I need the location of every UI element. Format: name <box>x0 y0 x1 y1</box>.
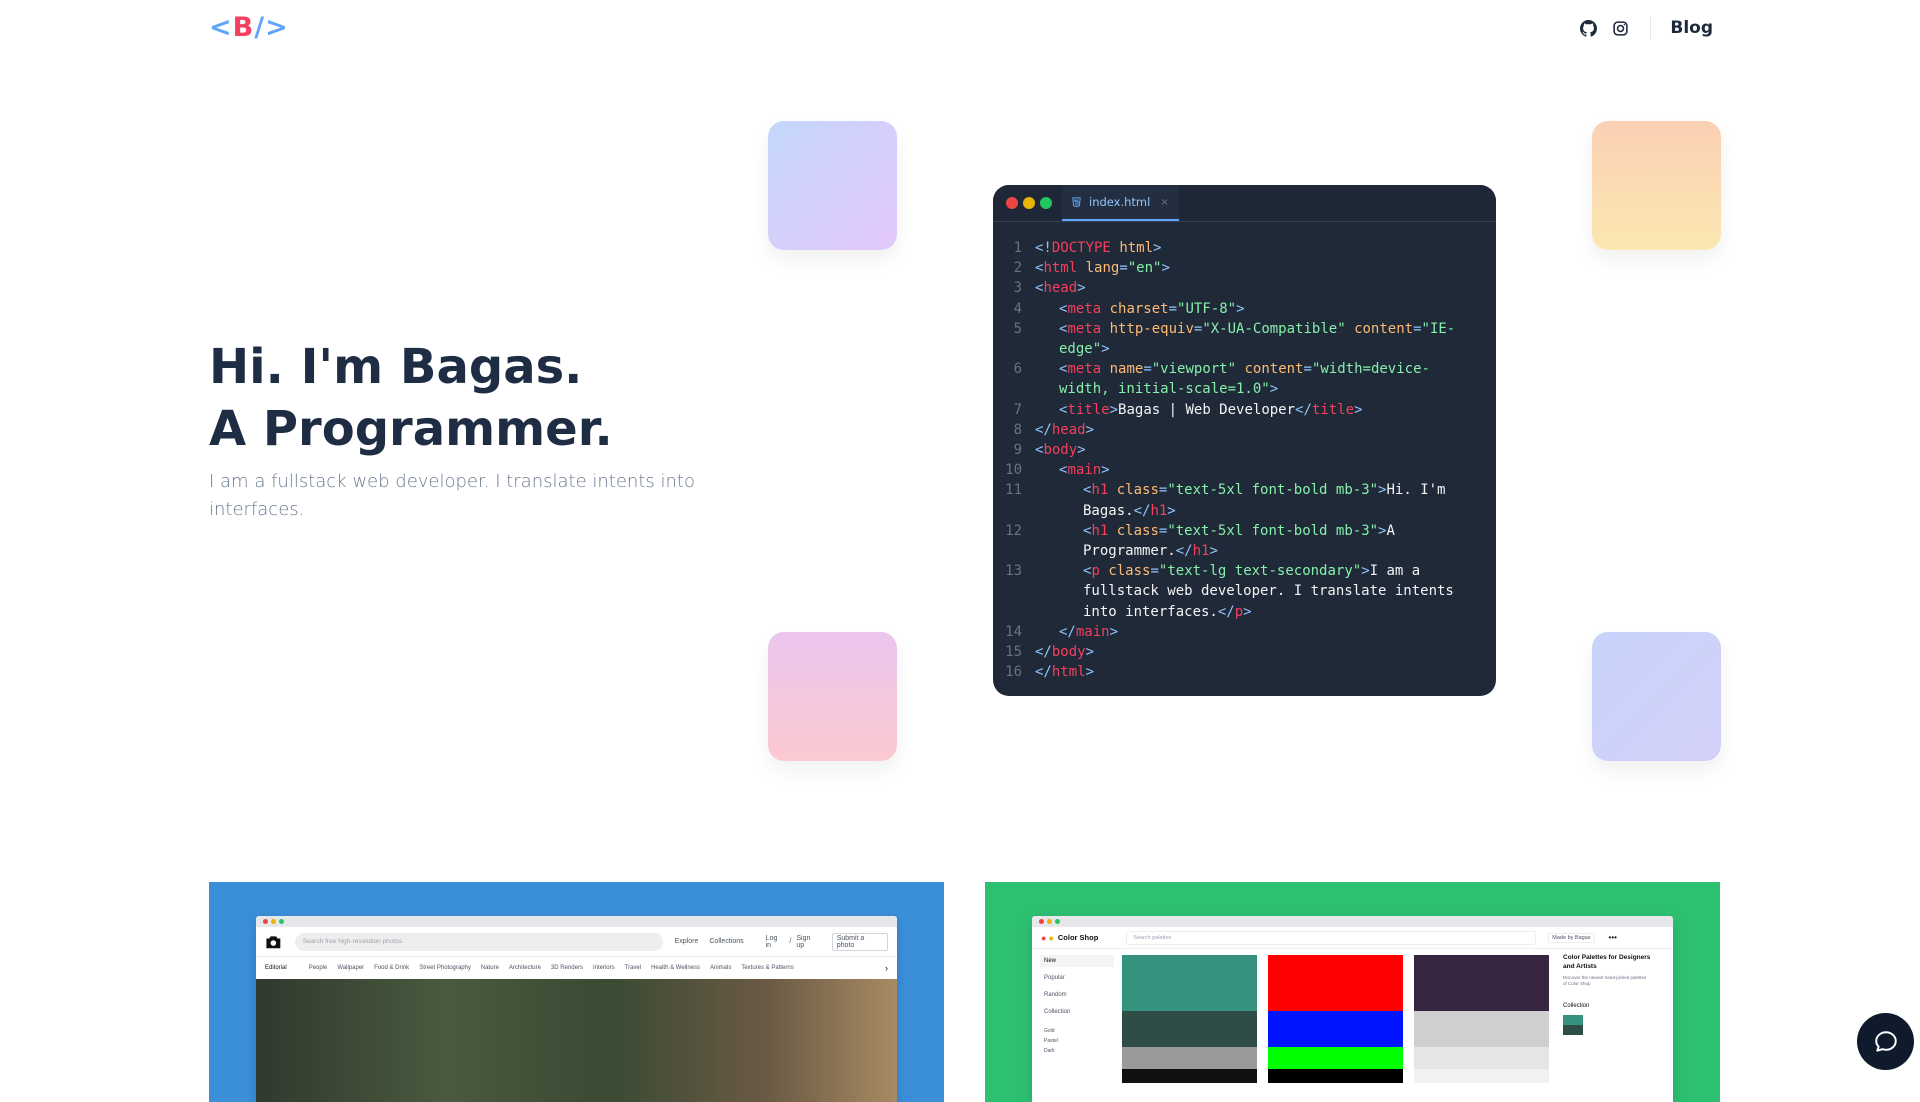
decor-square-orange <box>1592 121 1721 250</box>
instagram-icon[interactable] <box>1610 18 1630 38</box>
code-line: 4 <meta charset="UTF-8"> <box>993 299 1496 319</box>
code-line: 8 </head> <box>993 420 1496 440</box>
logo-letter: B <box>232 12 255 43</box>
line-number: 7 <box>1013 401 1022 418</box>
project-preview-unsplash: Search free high-resolution photos Explo… <box>256 916 897 1102</box>
line-number: 2 <box>1013 260 1022 277</box>
editor-tab[interactable]: index.html × <box>1062 185 1179 221</box>
code-line: 10 <main> <box>993 460 1496 480</box>
project-preview-colorshop: ● ● Color Shop Search palettes Made by Ba… <box>1032 916 1673 1102</box>
line-number: 1 <box>1013 240 1022 256</box>
editor-tab-label: index.html <box>1089 195 1151 209</box>
project-card-colorshop[interactable]: ● ● Color Shop Search palettes Made by Ba… <box>985 882 1720 1102</box>
code-line: 7 <title>Bagas | Web Developer</title> <box>993 400 1496 420</box>
code-line: 11 <h1 class="text-5xl font-bold mb-3">Hi… <box>993 480 1496 520</box>
code-line: 6 <meta name="viewport" content="width=de… <box>993 359 1496 399</box>
code-block: 1 <!DOCTYPE html> 2 <html lang="en"> 3 <hea… <box>993 222 1496 682</box>
code-line: 12 <h1 class="text-5xl font-bold mb-3">A … <box>993 521 1496 561</box>
line-number: 10 <box>1005 462 1022 479</box>
code-line: 9 <body> <box>993 440 1496 460</box>
palette-card[interactable] <box>1414 955 1549 1083</box>
hero-title-line2: A Programmer. <box>209 401 613 457</box>
line-number: 5 <box>1013 320 1022 337</box>
decor-square-lavender <box>1592 632 1721 761</box>
line-number: 3 <box>1013 280 1022 297</box>
line-number: 12 <box>1005 522 1022 539</box>
camera-icon <box>266 935 281 948</box>
line-number: 11 <box>1005 482 1022 499</box>
palette-card[interactable] <box>1122 955 1257 1083</box>
mock-side-info: Color Palettes for Designers and Artists… <box>1549 949 1659 1083</box>
browser-bar <box>256 916 897 927</box>
code-line: 3 <head> <box>993 278 1496 298</box>
code-line: 5 <meta http-equiv="X-UA-Compatible" cont… <box>993 319 1496 359</box>
site-logo[interactable]: <B/> <box>209 12 289 43</box>
hero-title: Hi. I'm Bagas. A Programmer. <box>209 336 613 460</box>
line-number: 8 <box>1013 421 1022 438</box>
code-editor: index.html × 1 <!DOCTYPE html> 2 <html lan… <box>993 185 1496 696</box>
decor-square-purple <box>768 121 897 250</box>
mock-search: Search free high-resolution photos <box>294 932 663 951</box>
line-number: 6 <box>1013 361 1022 378</box>
project-card-unsplash[interactable]: Search free high-resolution photos Explo… <box>209 882 944 1102</box>
palette-grid <box>1122 949 1549 1083</box>
palette-card[interactable] <box>1268 955 1403 1083</box>
line-number: 15 <box>1005 644 1022 661</box>
hero-photo <box>256 979 897 1102</box>
code-line: 14 </main> <box>993 622 1496 642</box>
minimize-dot[interactable] <box>1023 197 1035 209</box>
close-dot[interactable] <box>1006 197 1018 209</box>
code-line: 16 </html> <box>993 662 1496 682</box>
browser-bar <box>1032 916 1673 927</box>
code-line: 13 <p class="text-lg text-secondary">I am… <box>993 561 1496 622</box>
editor-titlebar: index.html × <box>993 185 1496 222</box>
logo-bracket: < <box>209 12 233 43</box>
hero-title-line1: Hi. I'm Bagas. <box>209 339 583 395</box>
window-controls <box>993 185 1062 221</box>
hero-subtitle: I am a fullstack web developer. I transl… <box>209 471 695 520</box>
chat-button[interactable] <box>1857 1013 1914 1070</box>
line-number: 16 <box>1005 664 1022 681</box>
chat-bubble-icon <box>1874 1030 1897 1052</box>
mock-sidebar: New Popular Random Collection Gold Paste… <box>1032 949 1122 1083</box>
top-nav: Blog <box>1566 16 1713 40</box>
github-icon[interactable] <box>1578 18 1598 38</box>
nav-divider <box>1650 16 1652 40</box>
close-tab-icon[interactable]: × <box>1160 197 1168 208</box>
code-line: 15 </body> <box>993 642 1496 662</box>
maximize-dot[interactable] <box>1040 197 1052 209</box>
line-number: 14 <box>1005 623 1022 640</box>
decor-square-pink <box>768 632 897 761</box>
logo-slash: /> <box>254 12 289 43</box>
blog-link[interactable]: Blog <box>1670 18 1713 38</box>
html5-icon <box>1072 197 1081 208</box>
line-number: 13 <box>1005 563 1022 580</box>
code-line: 2 <html lang="en"> <box>993 258 1496 278</box>
line-number: 9 <box>1013 442 1022 459</box>
line-number: 4 <box>1013 300 1022 317</box>
mock-categories: Editorial People Wallpaper Food & Drink … <box>265 963 888 973</box>
code-line: 1 <!DOCTYPE html> <box>993 238 1496 258</box>
